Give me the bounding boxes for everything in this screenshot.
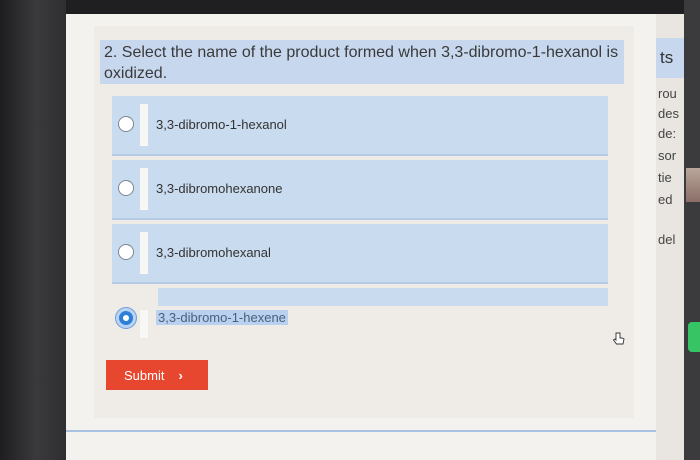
submit-button[interactable]: Submit › bbox=[106, 360, 208, 390]
screen-bezel-right bbox=[684, 0, 700, 460]
radio-button[interactable] bbox=[118, 180, 134, 196]
radio-button[interactable] bbox=[118, 244, 134, 260]
radio-button-selected[interactable] bbox=[116, 308, 136, 328]
answer-option-label: 3,3-dibromohexanal bbox=[156, 245, 271, 260]
answer-option-2[interactable]: 3,3-dibromohexanone bbox=[112, 160, 608, 220]
quiz-page: 2. Select the name of the product formed… bbox=[66, 14, 656, 460]
side-text-fragment: des bbox=[658, 106, 679, 121]
side-text-fragment: sor bbox=[658, 148, 677, 163]
side-text-fragment: rou bbox=[658, 86, 677, 101]
answer-option-4[interactable]: 3,3-dibromo-1-hexene bbox=[112, 288, 608, 346]
side-panel: ts rou des de: sor tie ed del bbox=[656, 14, 684, 460]
hand-cursor-icon bbox=[612, 332, 625, 345]
screen-bezel-left bbox=[0, 0, 66, 460]
side-text-fragment: del bbox=[658, 232, 676, 247]
answer-option-label: 3,3-dibromo-1-hexene bbox=[156, 310, 288, 325]
option-tab bbox=[140, 168, 148, 210]
submit-label: Submit bbox=[124, 367, 165, 383]
question-text: 2. Select the name of the product formed… bbox=[100, 40, 624, 84]
answer-option-label: 3,3-dibromohexanone bbox=[156, 181, 283, 196]
answer-option-label: 3,3-dibromo-1-hexanol bbox=[156, 117, 287, 132]
chevron-right-icon: › bbox=[178, 367, 183, 383]
green-tab-button[interactable] bbox=[688, 322, 700, 352]
thumbnail-image[interactable] bbox=[686, 168, 700, 202]
side-text-fragment: de: bbox=[658, 126, 677, 141]
option-tab bbox=[140, 104, 148, 146]
side-text-fragment: tie bbox=[658, 170, 672, 185]
option-highlight-strip bbox=[158, 288, 608, 306]
screen-bezel-top bbox=[0, 0, 700, 14]
side-panel-header: ts bbox=[656, 38, 684, 78]
answer-option-1[interactable]: 3,3-dibromo-1-hexanol bbox=[112, 96, 608, 156]
divider-line bbox=[66, 430, 656, 432]
option-tab bbox=[140, 232, 148, 274]
radio-button[interactable] bbox=[118, 116, 134, 132]
side-text-fragment: ed bbox=[658, 192, 673, 207]
option-tab bbox=[140, 310, 148, 338]
answer-option-3[interactable]: 3,3-dibromohexanal bbox=[112, 224, 608, 284]
